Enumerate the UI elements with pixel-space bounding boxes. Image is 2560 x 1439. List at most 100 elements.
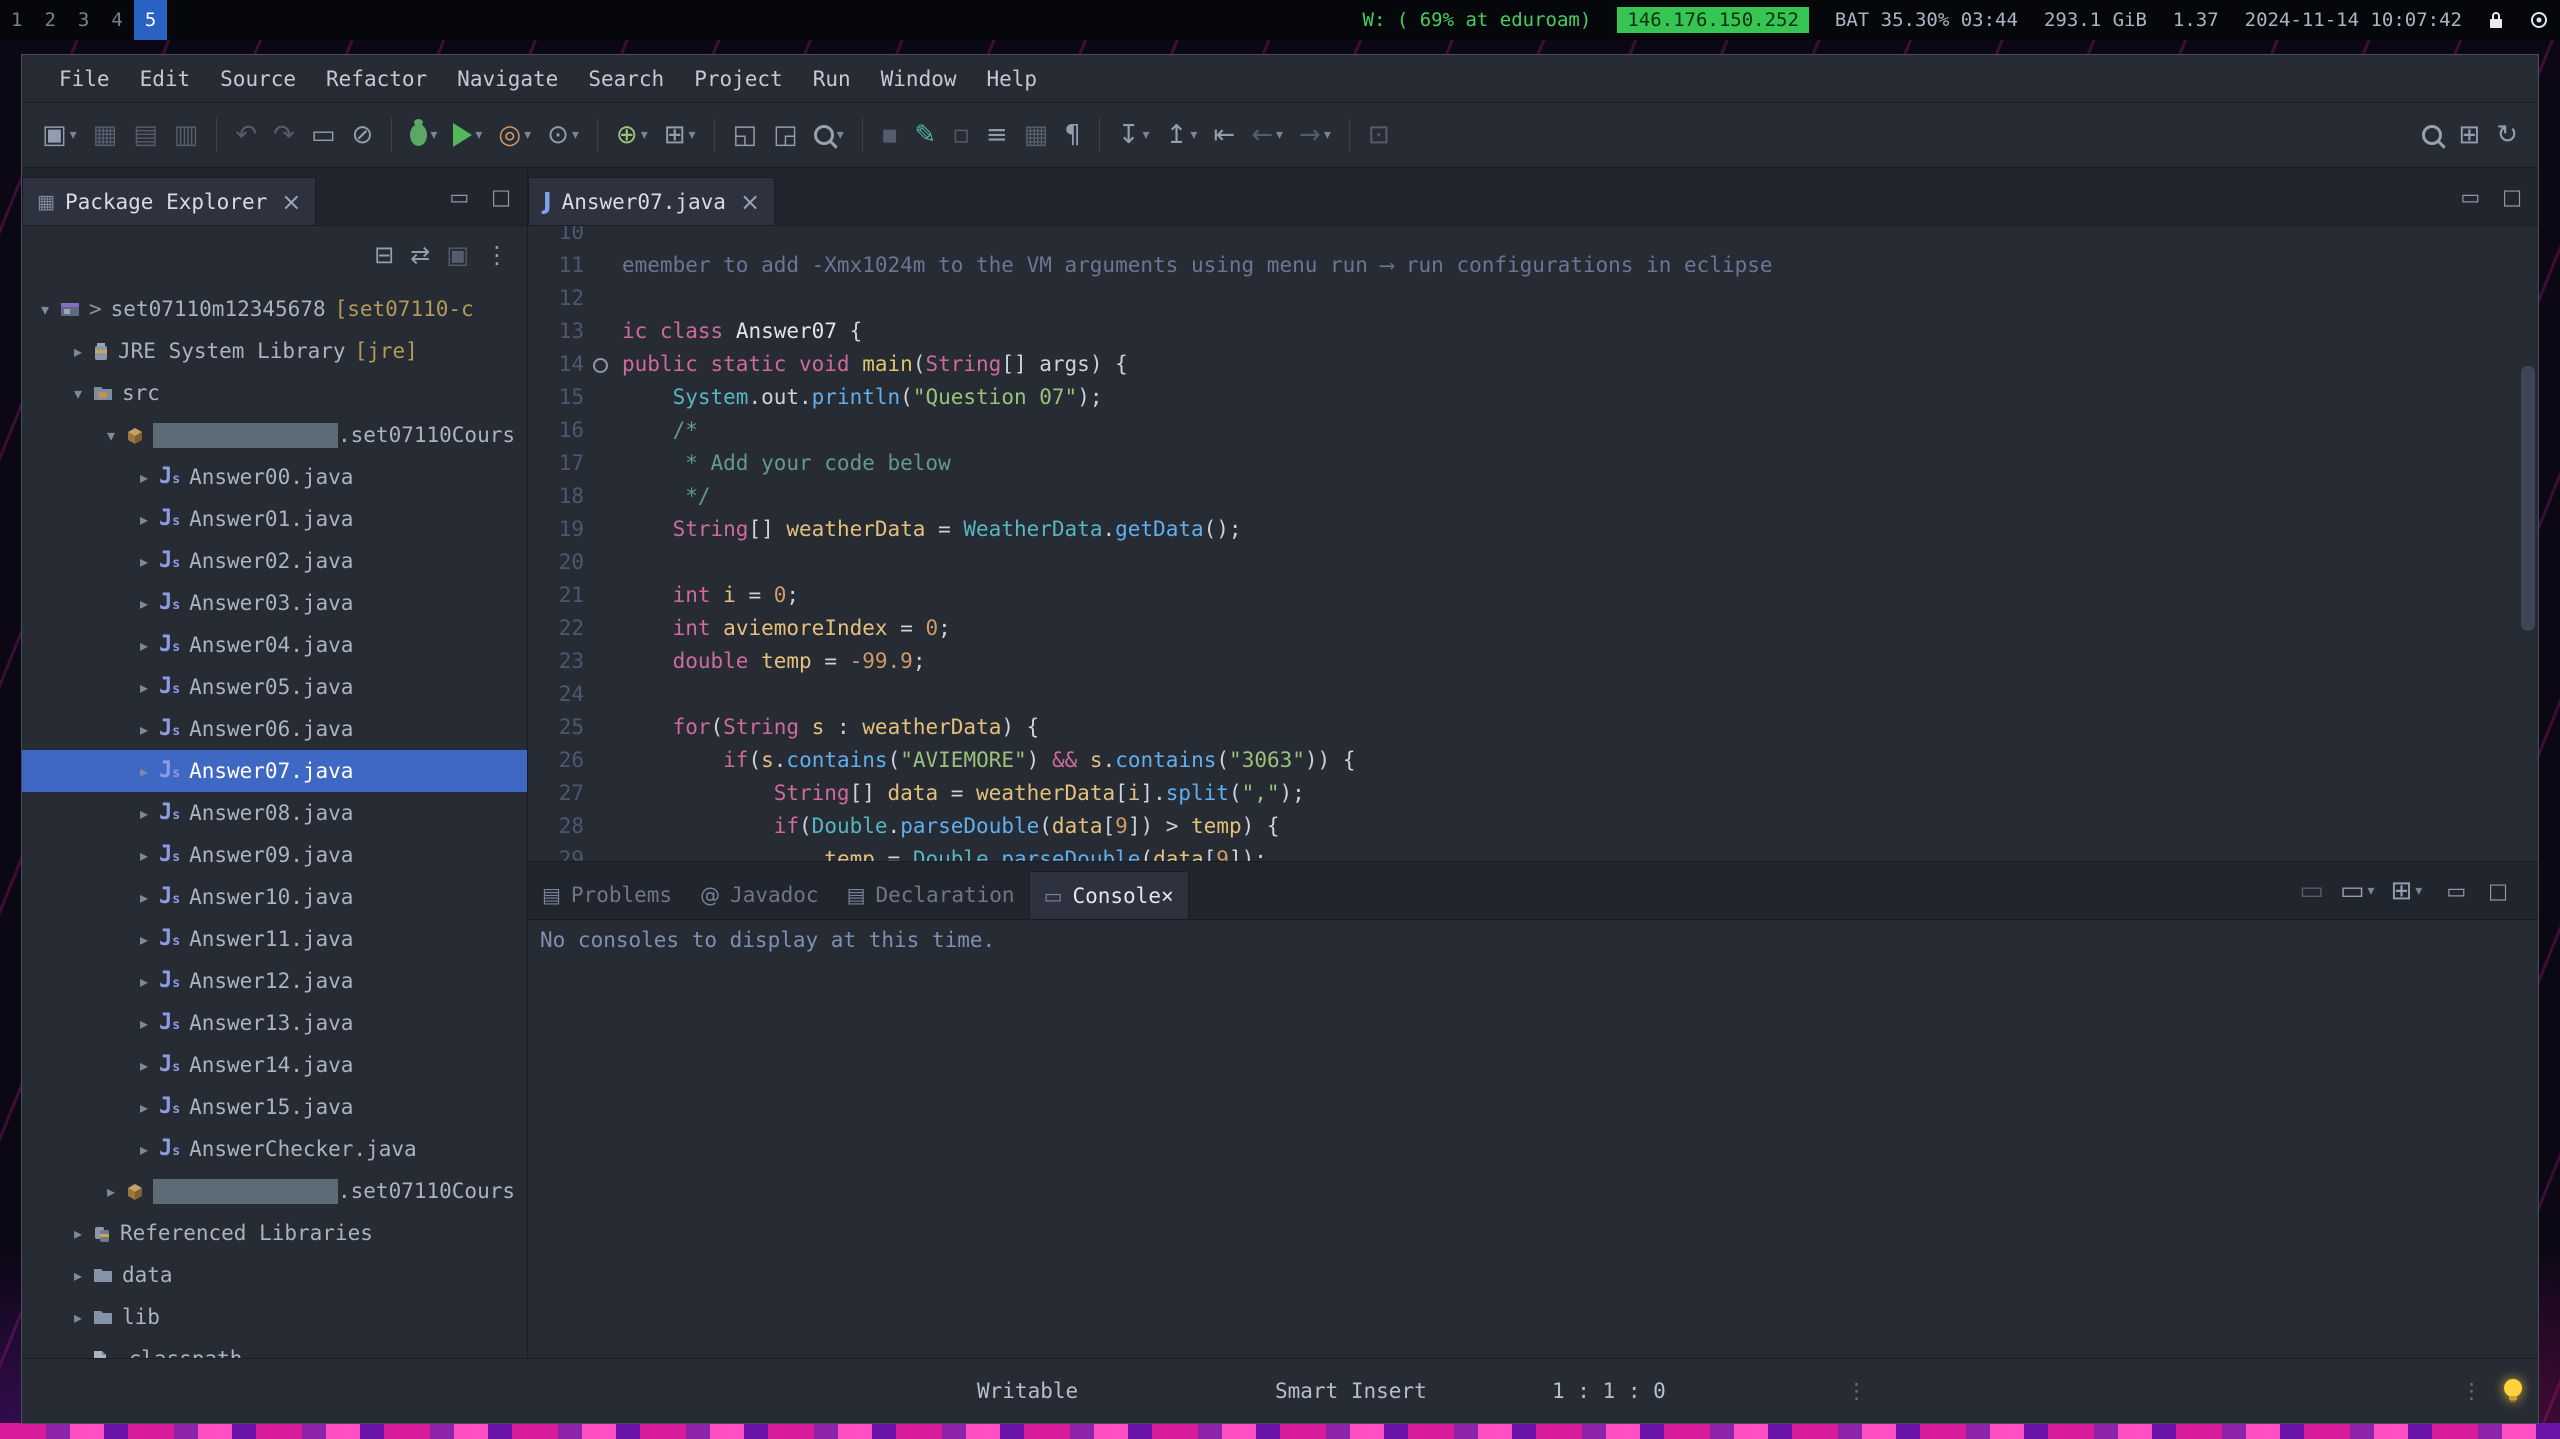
- java-perspective-button[interactable]: ↻: [2488, 112, 2526, 158]
- run-history-button[interactable]: ⊙ ▾: [539, 112, 587, 158]
- tree-item-answer12-java[interactable]: ▸ Js Answer12.java: [22, 960, 527, 1002]
- previous-annotation-button[interactable]: ↥ ▾: [1158, 112, 1206, 158]
- tree-item-lib[interactable]: ▸ lib: [22, 1296, 527, 1338]
- tree-item-answer03-java[interactable]: ▸ Js Answer03.java: [22, 582, 527, 624]
- lock-icon[interactable]: [2488, 10, 2504, 30]
- save-all-button[interactable]: ▤: [125, 112, 166, 158]
- tree-item-answer11-java[interactable]: ▸ Js Answer11.java: [22, 918, 527, 960]
- expand-arrow-icon[interactable]: ▸: [65, 1266, 91, 1285]
- expand-arrow-icon[interactable]: ▸: [131, 930, 157, 949]
- new-java-class-button[interactable]: ⊕ ▾: [608, 112, 656, 158]
- expand-arrow-icon[interactable]: ▸: [131, 762, 157, 781]
- workspace-1[interactable]: 1: [0, 0, 33, 40]
- expand-arrow-icon[interactable]: ▸: [131, 888, 157, 907]
- open-perspective-button[interactable]: ⊞: [2450, 112, 2488, 158]
- expand-arrow-icon[interactable]: ▸: [131, 846, 157, 865]
- search-button[interactable]: ▾: [806, 112, 852, 158]
- tree-item-answer09-java[interactable]: ▸ Js Answer09.java: [22, 834, 527, 876]
- lightbulb-icon[interactable]: [2502, 1378, 2524, 1404]
- tree-item-answer01-java[interactable]: ▸ Js Answer01.java: [22, 498, 527, 540]
- expand-arrow-icon[interactable]: ▸: [65, 1224, 91, 1243]
- collapse-arrow-icon[interactable]: ▾: [65, 384, 91, 403]
- workspace-2[interactable]: 2: [33, 0, 66, 40]
- tree-item-answer14-java[interactable]: ▸ Js Answer14.java: [22, 1044, 527, 1086]
- expand-arrow-icon[interactable]: ▸: [131, 972, 157, 991]
- minimize-icon[interactable]: ▭: [449, 185, 469, 209]
- maximize-icon[interactable]: □: [2488, 879, 2508, 903]
- expand-arrow-icon[interactable]: ▸: [131, 1014, 157, 1033]
- workspace-3[interactable]: 3: [67, 0, 100, 40]
- tree-item-referenced-libraries[interactable]: ▸ Referenced Libraries: [22, 1212, 527, 1254]
- tree-item-answer10-java[interactable]: ▸ Js Answer10.java: [22, 876, 527, 918]
- expand-arrow-icon[interactable]: ▸: [131, 804, 157, 823]
- close-icon[interactable]: ×: [281, 188, 301, 216]
- menu-file[interactable]: File: [44, 67, 125, 91]
- tree-item-answer07-java[interactable]: ▸ Js Answer07.java: [22, 750, 527, 792]
- tab-javadoc[interactable]: @ Javadoc: [686, 871, 833, 919]
- menu-navigate[interactable]: Navigate: [442, 67, 573, 91]
- menu-window[interactable]: Window: [866, 67, 972, 91]
- tree-item-classpath[interactable]: .classpath: [22, 1338, 527, 1358]
- expand-arrow-icon[interactable]: ▸: [65, 1308, 91, 1327]
- tree-item-set07110m12345678[interactable]: ▾ > set07110m12345678 [set07110-c: [22, 288, 527, 330]
- workspace-5[interactable]: 5: [133, 0, 168, 40]
- redo-button[interactable]: ↷: [265, 112, 303, 158]
- build-automatically-button[interactable]: ▦: [1016, 112, 1057, 158]
- expand-arrow-icon[interactable]: ▸: [131, 552, 157, 571]
- next-annotation-button[interactable]: ↧ ▾: [1110, 112, 1158, 158]
- minimize-icon[interactable]: ▭: [2446, 879, 2466, 903]
- last-edit-location-button[interactable]: ⇤: [1205, 112, 1243, 158]
- tree-item-answerchecker-java[interactable]: ▸ Js AnswerChecker.java: [22, 1128, 527, 1170]
- open-terminal-button[interactable]: ▭: [303, 112, 344, 158]
- menu-run[interactable]: Run: [798, 67, 866, 91]
- new-java-package-button[interactable]: ⊞ ▾: [656, 112, 704, 158]
- tab-declaration[interactable]: ▤ Declaration: [833, 871, 1029, 919]
- status-circle-icon[interactable]: [2530, 11, 2548, 29]
- menu-search[interactable]: Search: [573, 67, 679, 91]
- menu-refactor[interactable]: Refactor: [311, 67, 442, 91]
- tree-item-answer00-java[interactable]: ▸ Js Answer00.java: [22, 456, 527, 498]
- tab-console[interactable]: ▭ Console ×: [1028, 871, 1189, 919]
- tree-item-data[interactable]: ▸ data: [22, 1254, 527, 1296]
- link-with-editor-button[interactable]: ⇄: [402, 232, 438, 278]
- maximize-icon[interactable]: □: [491, 185, 511, 209]
- mark-occurrences-button[interactable]: ▫: [944, 112, 978, 158]
- undo-button[interactable]: ↶: [227, 112, 265, 158]
- collapse-all-button[interactable]: ⊟: [366, 232, 402, 278]
- tree-item-answer05-java[interactable]: ▸ Js Answer05.java: [22, 666, 527, 708]
- open-console-button[interactable]: ⊞ ▾: [2382, 868, 2430, 914]
- expand-arrow-icon[interactable]: ▸: [65, 342, 91, 361]
- forward-button[interactable]: → ▾: [1291, 112, 1339, 158]
- tree-item-jre-system-library[interactable]: ▸ JRE System Library [jre]: [22, 330, 527, 372]
- debug-button[interactable]: ▾: [402, 112, 445, 158]
- tree-item-answer04-java[interactable]: ▸ Js Answer04.java: [22, 624, 527, 666]
- pin-console-button[interactable]: ▭: [2291, 868, 2332, 914]
- pin-editor-button[interactable]: ⊡: [1360, 112, 1398, 158]
- display-selected-console-button[interactable]: ▭ ▾: [2332, 868, 2383, 914]
- expand-arrow-icon[interactable]: ▸: [131, 636, 157, 655]
- export-jar-button[interactable]: ◱: [725, 112, 766, 158]
- expand-arrow-icon[interactable]: ▸: [131, 678, 157, 697]
- show-whitespace-button[interactable]: ¶: [1056, 112, 1089, 158]
- expand-arrow-icon[interactable]: ▸: [131, 468, 157, 487]
- menu-project[interactable]: Project: [679, 67, 798, 91]
- tree-item-answer08-java[interactable]: ▸ Js Answer08.java: [22, 792, 527, 834]
- statusbar-menu-icon[interactable]: ⋮: [2461, 1379, 2482, 1403]
- skip-all-breakpoints-button[interactable]: ⊘: [344, 112, 382, 158]
- statusbar-overflow-icon[interactable]: ⋮: [1846, 1359, 1867, 1423]
- tab-problems[interactable]: ▤ Problems: [528, 871, 686, 919]
- tree-item-answer13-java[interactable]: ▸ Js Answer13.java: [22, 1002, 527, 1044]
- tree-item-answer15-java[interactable]: ▸ Js Answer15.java: [22, 1086, 527, 1128]
- expand-arrow-icon[interactable]: ▸: [98, 1182, 124, 1201]
- import-jar-button[interactable]: ◲: [765, 112, 806, 158]
- minimize-icon[interactable]: ▭: [2460, 185, 2480, 209]
- tree-item-answer02-java[interactable]: ▸ Js Answer02.java: [22, 540, 527, 582]
- focus-on-active-task-button[interactable]: ▣: [438, 232, 477, 278]
- tree-item-set07110cours[interactable]: ▸ .set07110Cours: [22, 1170, 527, 1212]
- view-menu-button[interactable]: ⋮: [477, 232, 517, 278]
- tab-package-explorer[interactable]: ▦ Package Explorer ×: [22, 177, 317, 225]
- run-button[interactable]: ▾: [445, 112, 490, 158]
- format-button[interactable]: ✎: [906, 112, 944, 158]
- collapse-arrow-icon[interactable]: ▾: [98, 426, 124, 445]
- save-button[interactable]: ▦: [85, 112, 126, 158]
